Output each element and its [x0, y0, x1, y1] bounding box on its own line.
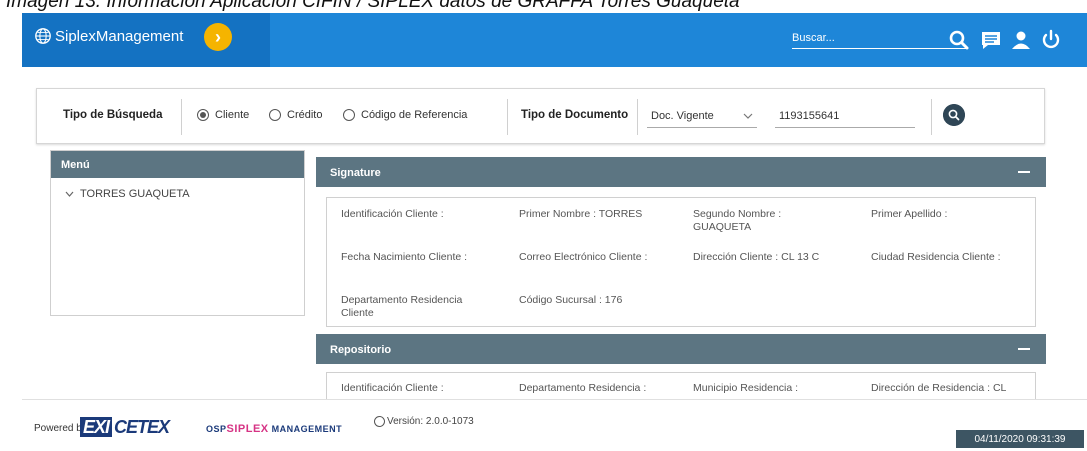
document-number-input[interactable] [775, 104, 915, 128]
minus-icon[interactable] [1018, 171, 1030, 173]
radio-button-checked[interactable] [197, 109, 209, 121]
document-caption: Imagen 13. Información Aplicación CIFIN … [6, 0, 740, 12]
side-menu: Menú TORRES GUAQUETA [50, 150, 305, 316]
search-icon[interactable] [948, 29, 970, 51]
divider [637, 99, 638, 135]
search-input[interactable] [792, 27, 968, 48]
divider [931, 99, 932, 135]
radio-codigo-referencia[interactable]: Código de Referencia [343, 109, 467, 121]
field-direccion-residencia: Dirección de Residencia : CL [871, 382, 1007, 394]
version-label: Versión: 2.0.0-1073 [387, 416, 474, 427]
divider [507, 99, 508, 135]
field-fecha-nacimiento: Fecha Nacimiento Cliente : [341, 251, 468, 263]
field-identificacion: Identificación Cliente : [341, 382, 444, 394]
power-icon[interactable] [1040, 29, 1062, 51]
powered-by-label: Powered by [34, 423, 87, 434]
radio-label-cliente: Cliente [215, 109, 250, 121]
radio-button[interactable] [343, 109, 355, 121]
field-correo: Correo Electrónico Cliente : [519, 251, 648, 263]
field-municipio: Municipio Residencia : [693, 382, 799, 394]
field-direccion: Dirección Cliente : CL 13 C [693, 251, 820, 263]
chevron-down-icon [743, 113, 753, 119]
siplex-logo-main: SIPLEX [226, 423, 269, 435]
chevron-right-icon[interactable]: › [204, 23, 232, 51]
radio-label-codigo: Código de Referencia [361, 109, 468, 121]
footer: Powered by EXI CETEX OSPSIPLEX MANAGEMENT… [22, 399, 1087, 451]
radio-cliente[interactable]: Cliente [197, 109, 249, 121]
version-info: Versión: 2.0.0-1073 [374, 416, 474, 427]
search-type-label: Tipo de Búsqueda [63, 109, 163, 121]
signature-section-body: Identificación Cliente : Primer Nombre :… [326, 197, 1036, 327]
global-search [792, 27, 968, 49]
cetex-logo-text: CETEX [114, 417, 170, 437]
top-bar: SiplexManagement › [22, 13, 1087, 67]
minus-icon[interactable] [1018, 348, 1030, 350]
repositorio-section-body: Identificación Cliente : Departamento Re… [326, 372, 1036, 399]
app-logo[interactable]: SiplexManagement [34, 27, 183, 45]
menu-item-client[interactable]: TORRES GUAQUETA [51, 178, 304, 210]
cetex-logo-box: EXI [80, 417, 113, 437]
radio-label-credito: Crédito [287, 109, 323, 121]
user-icon[interactable] [1010, 29, 1032, 51]
radio-button[interactable] [269, 109, 281, 121]
timestamp-badge: 04/11/2020 09:31:39 [956, 430, 1084, 448]
cetex-logo: EXI CETEX [80, 417, 170, 438]
search-panel: Tipo de Búsqueda Cliente Crédito Código … [36, 88, 1045, 144]
document-type-value: Doc. Vigente [651, 109, 714, 122]
field-primer-apellido: Primer Apellido : [871, 208, 948, 220]
siplex-logo-suffix: MANAGEMENT [271, 424, 343, 434]
field-departamento: Departamento Residencia Cliente [341, 294, 463, 319]
copyright-icon [374, 416, 385, 427]
menu-item-label: TORRES GUAQUETA [80, 188, 190, 200]
divider [181, 99, 182, 135]
siplex-logo: OSPSIPLEX MANAGEMENT [206, 423, 342, 435]
siplex-logo-prefix: OSP [206, 424, 227, 434]
field-identificacion: Identificación Cliente : [341, 208, 444, 220]
field-departamento-residencia: Departamento Residencia : [519, 382, 647, 394]
chevron-down-icon [65, 191, 74, 197]
menu-title: Menú [51, 151, 304, 178]
repositorio-title: Repositorio [330, 344, 392, 356]
field-codigo-sucursal: Código Sucursal : 176 [519, 294, 623, 306]
radio-credito[interactable]: Crédito [269, 109, 322, 121]
document-type-label: Tipo de Documento [521, 109, 629, 121]
field-segundo-nombre: Segundo Nombre : GUAQUETA [693, 208, 782, 233]
field-primer-nombre: Primer Nombre : TORRES [519, 208, 643, 220]
document-type-select[interactable]: Doc. Vigente [647, 104, 757, 128]
brand-zone: SiplexManagement › [22, 13, 270, 67]
brand-name: SiplexManagement [55, 27, 184, 45]
globe-icon [35, 28, 51, 44]
signature-section-header[interactable]: Signature [316, 157, 1046, 187]
chat-icon[interactable] [980, 29, 1002, 51]
repositorio-section-header[interactable]: Repositorio [316, 334, 1046, 364]
search-submit-button[interactable] [943, 104, 965, 126]
field-ciudad: Ciudad Residencia Cliente : [871, 251, 1001, 263]
signature-title: Signature [330, 167, 381, 179]
